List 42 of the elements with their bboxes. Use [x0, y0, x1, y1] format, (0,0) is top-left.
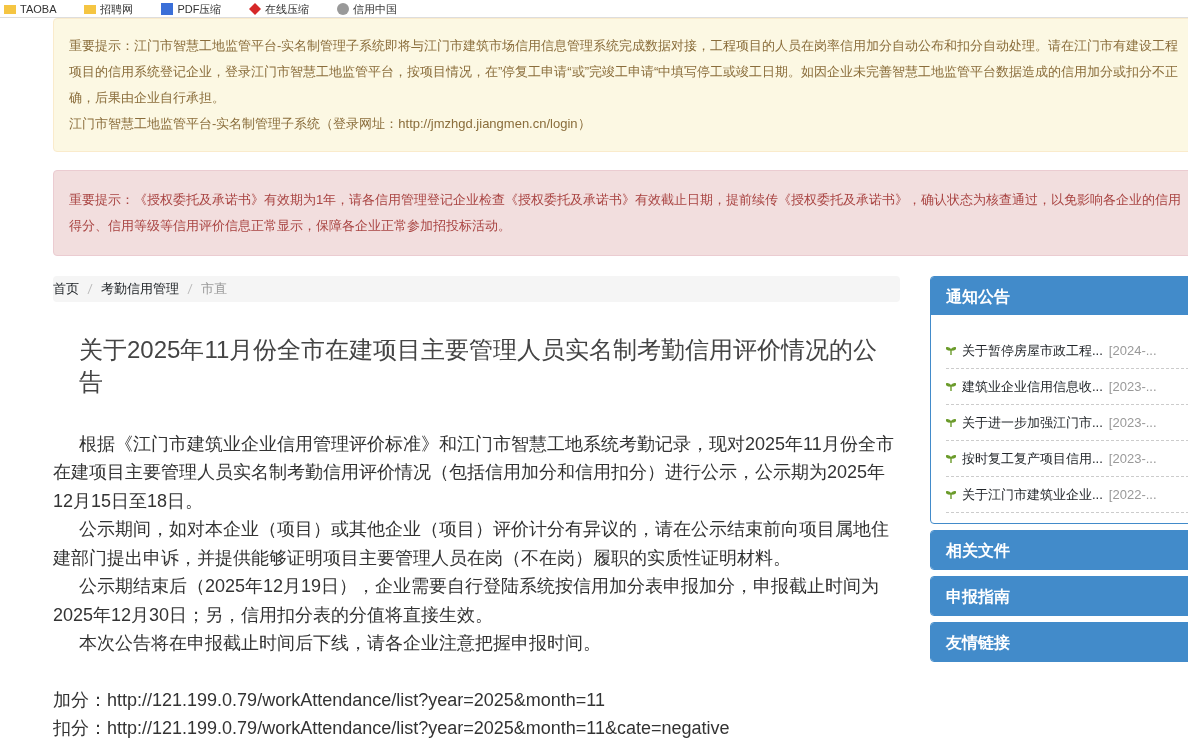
bookmark-link[interactable]: PDF压缩	[161, 1, 222, 16]
alert-text: 重要提示：《授权委托及承诺书》有效期为1年，请各信用管理登记企业检查《授权委托及承诺书》有效截止日期，提前续传《授权委托及承诺书》，确认状态为核查通过，以免影响各企业的信用得分、信用等级等信用评价信息正常显示，保障各企业正常参加招投标活动。	[69, 191, 1182, 235]
sprout-icon	[946, 418, 956, 427]
bookmark-link[interactable]: 在线压缩	[249, 1, 310, 16]
notice-date: [2024-...	[1108, 341, 1157, 360]
bookmark-link[interactable]: TAOBA	[4, 1, 57, 16]
panel-header[interactable]: 通知公告	[931, 277, 1188, 315]
folder-icon	[4, 2, 16, 15]
article-paragraph: 本次公告将在申报截止时间后下线，请各企业注意把握申报时间。	[78, 632, 602, 655]
alert-text: 江门市智慧工地监管平台-实名制管理子系统（登录网址：http://jmzhgd.jiangmen.cn/login）	[69, 115, 592, 133]
sprout-icon	[946, 454, 956, 463]
notice-link[interactable]: 关于江门市建筑业企业...	[962, 484, 1103, 505]
notice-date: [2023-...	[1108, 377, 1157, 396]
breadcrumb-current: 市直	[201, 280, 227, 298]
article-paragraph: 公示期间，如对本企业（项目）或其他企业（项目）评价计分有异议的，请在公示结束前向项目属地住建部门提出申诉，并提供能够证明项目主要管理人员在岗（不在岗）履职的实质性证明材料。	[53, 518, 890, 570]
notice-link[interactable]: 关于暂停房屋市政工程...	[962, 340, 1103, 361]
panel-header[interactable]: 相关文件	[931, 531, 1188, 569]
slash-icon	[187, 282, 193, 295]
notice-link[interactable]: 关于进一步加强江门市...	[962, 412, 1103, 433]
slash-icon	[87, 282, 93, 295]
alert-text: 重要提示：江门市智慧工地监管平台-实名制管理子系统即将与江门市建筑市场信用信息管理系统完成数据对接，工程项目的人员在岗率信用加分自动公布和扣分自动处理。请在江门市有建设工程项目的信用系统登记企业，登录江门市智慧工地监管平台，按项目情况，在”停复工申请“或”完竣工申请“中填写停工或竣工日期。如因企业未完善智慧工地监管平台数据造成的信用加分或扣分不正确，后果由企业自行承担。	[69, 37, 1180, 107]
article-link-line: 扣分：http://121.199.0.79/workAttendance/list?year=2025&month=11&cate=negative	[53, 717, 731, 740]
notice-link[interactable]: 建筑业企业信用信息收...	[962, 376, 1103, 397]
panel-header[interactable]: 申报指南	[931, 577, 1188, 615]
sprout-icon	[946, 346, 956, 355]
folder-icon	[84, 2, 97, 15]
article-paragraph: 公示期结束后（2025年12月19日），企业需要自行登陆系统按信用加分表申报加分，申报截止时间为2025年12月30日；另，信用扣分表的分值将直接生效。	[53, 575, 881, 627]
breadcrumb-link[interactable]: 首页	[53, 279, 79, 299]
notice-link[interactable]: 按时复工复产项目信用...	[962, 448, 1103, 469]
sprout-icon	[946, 490, 956, 499]
article-link-line: 加分：http://121.199.0.79/workAttendance/list?year=2025&month=11	[53, 688, 606, 712]
notice-date: [2023-...	[1108, 449, 1157, 468]
diamond-icon	[249, 2, 262, 15]
breadcrumb-link[interactable]: 考勤信用管理	[101, 279, 179, 299]
notice-date: [2023-...	[1108, 413, 1157, 432]
article-paragraph: 根据《江门市建筑业企业信用管理评价标准》和江门市智慧工地系统考勤记录，现对2025年11月份全市在建项目主要管理人员实名制考勤信用评价情况（包括信用加分和信用扣分）进行公示，公示期为2025年12月15日至18日。	[53, 432, 895, 513]
panel-header[interactable]: 友情链接	[931, 623, 1188, 661]
notice-date: [2022-...	[1108, 485, 1157, 504]
sprout-icon	[946, 382, 956, 391]
bookmark-link[interactable]: 信用中国	[337, 1, 398, 16]
bookmark-link[interactable]: 招聘网	[84, 1, 134, 16]
article-title: 关于2025年11月份全市在建项目主要管理人员实名制考勤信用评价情况的公告	[78, 334, 879, 397]
